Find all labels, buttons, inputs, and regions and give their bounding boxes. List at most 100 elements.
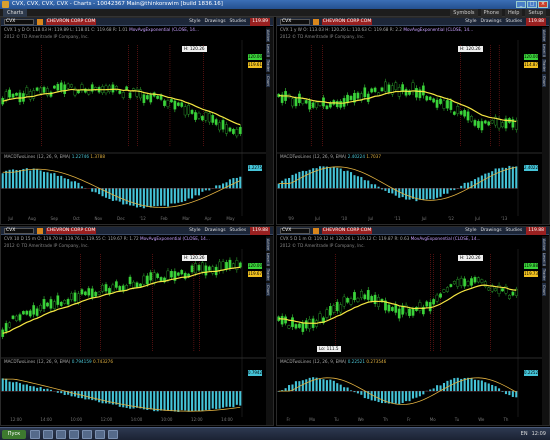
chart-pane-bottom-right[interactable]: CVX CHEVRON CORP COM Style Drawings Stud… xyxy=(276,226,550,426)
macd-histogram-bar xyxy=(166,188,170,207)
taskbar-app-icon[interactable] xyxy=(82,430,92,439)
macd-histogram-bar xyxy=(491,384,494,392)
taskbar-app-icon[interactable] xyxy=(69,430,79,439)
side-tab[interactable]: Trader xyxy=(542,59,546,72)
side-tab[interactable]: Active xyxy=(266,29,270,42)
taskbar-app-icon[interactable] xyxy=(95,430,105,439)
candle-body xyxy=(204,112,208,121)
macd-histogram-bar xyxy=(56,391,59,393)
side-tab[interactable]: Chart xyxy=(266,74,270,87)
time-axis-label: Oct xyxy=(72,216,80,221)
price-chart-svg[interactable] xyxy=(277,18,542,224)
macd-histogram-bar xyxy=(194,188,197,196)
taskbar-app-icon[interactable] xyxy=(108,430,118,439)
macd-histogram-bar xyxy=(456,377,459,392)
macd-value: 2.40224 xyxy=(347,154,366,159)
candle-body xyxy=(139,283,142,287)
candle-body xyxy=(408,308,411,316)
macd-histogram-bar xyxy=(384,188,387,191)
taskbar-app-icon[interactable] xyxy=(56,430,66,439)
taskbar-app-icon[interactable] xyxy=(43,430,53,439)
candle-body xyxy=(90,288,94,298)
side-tab[interactable]: Chart xyxy=(542,74,546,87)
candle-body xyxy=(363,294,367,300)
macd-histogram-bar xyxy=(156,391,159,412)
macd-histogram-bar xyxy=(411,391,415,399)
macd-study-name: MACDTwoLines (12, 26, 9, EMA) xyxy=(280,154,347,159)
price-chart-svg[interactable] xyxy=(277,227,542,425)
candle-body xyxy=(170,270,173,278)
macd-histogram-bar xyxy=(194,391,197,412)
macd-histogram-bar xyxy=(8,381,11,392)
candle-body xyxy=(294,324,298,329)
candle-body xyxy=(508,295,511,299)
macd-histogram-bar xyxy=(473,379,476,392)
macd-label: MACDTwoLines (12, 26, 9, EMA) 0.794159 0… xyxy=(4,359,113,364)
side-tab[interactable]: Level II xyxy=(542,253,546,266)
setup-button[interactable]: Setup xyxy=(525,9,546,17)
side-tab[interactable]: Trader xyxy=(266,59,270,72)
side-tab[interactable]: Trader xyxy=(266,268,270,281)
language-indicator[interactable]: EN xyxy=(521,428,528,440)
taskbar-app-icon[interactable] xyxy=(30,430,40,439)
candle-body xyxy=(490,120,494,124)
macd-histogram-bar xyxy=(418,188,421,200)
macd-histogram-bar xyxy=(173,391,176,412)
side-tab[interactable]: Active xyxy=(266,238,270,251)
candle-body xyxy=(63,300,67,304)
macd-histogram-bar xyxy=(480,175,483,189)
macd-histogram-bar xyxy=(449,188,452,191)
minimize-button[interactable]: _ xyxy=(516,1,526,8)
macd-histogram-bar xyxy=(336,167,339,189)
macd-histogram-bar xyxy=(191,391,194,412)
side-tab[interactable]: Active xyxy=(542,238,546,251)
side-tab[interactable]: Chart xyxy=(542,283,546,296)
macd-histogram-bar xyxy=(467,377,470,392)
macd-histogram-bar xyxy=(501,391,504,392)
macd-histogram-bar xyxy=(349,172,353,189)
system-tray: EN 12:09 xyxy=(521,428,546,440)
chart-pane-bottom-left[interactable]: CVX CHEVRON CORP COM Style Drawings Stud… xyxy=(0,226,274,426)
phone-button[interactable]: Phone xyxy=(480,9,503,17)
side-tab[interactable]: Level II xyxy=(266,253,270,266)
macd-histogram-bar xyxy=(322,166,325,189)
time-axis-label: Tu xyxy=(454,417,460,422)
maximize-button[interactable]: □ xyxy=(527,1,537,8)
candle-body xyxy=(56,295,60,305)
macd-histogram-bar xyxy=(312,168,315,189)
macd-histogram-bar xyxy=(377,186,380,189)
symbols-button[interactable]: Symbols xyxy=(450,9,478,17)
macd-histogram-bar xyxy=(491,171,494,189)
candle-body xyxy=(363,87,367,98)
time-axis-label: Th xyxy=(382,417,388,422)
start-button[interactable]: Пуск xyxy=(2,430,26,439)
candle-body xyxy=(66,83,70,89)
close-button[interactable]: × xyxy=(538,1,548,8)
side-tab[interactable]: Level II xyxy=(542,44,546,57)
macd-histogram-bar xyxy=(43,171,46,189)
macd-histogram-bar xyxy=(218,185,221,189)
macd-histogram-bar xyxy=(156,188,159,207)
tab-charts[interactable]: Charts xyxy=(3,9,28,17)
macd-histogram-bar xyxy=(177,188,180,203)
macd-histogram-bar xyxy=(291,174,294,189)
price-chart-svg[interactable] xyxy=(1,18,266,224)
macd-histogram-bar xyxy=(208,188,211,191)
candle-body xyxy=(32,90,36,99)
candle-body xyxy=(35,87,39,91)
price-chart-svg[interactable] xyxy=(1,227,266,425)
side-tab[interactable]: Active xyxy=(542,29,546,42)
macd-histogram-bar xyxy=(46,172,49,189)
candle-body xyxy=(394,304,398,313)
chart-pane-top-right[interactable]: CVX CHEVRON CORP COM Style Drawings Stud… xyxy=(276,17,550,225)
side-tab[interactable]: Chart xyxy=(266,283,270,296)
time-axis-label: Mo xyxy=(309,417,316,422)
macd-histogram-bar xyxy=(418,391,421,397)
help-button[interactable]: Help xyxy=(505,9,523,17)
side-tab[interactable]: Trader xyxy=(542,268,546,281)
candle-body xyxy=(452,281,456,285)
side-tab[interactable]: Level II xyxy=(266,44,270,57)
candle-body xyxy=(501,288,504,292)
chart-pane-top-left[interactable]: CVX CHEVRON CORP COM Style Drawings Stud… xyxy=(0,17,274,225)
candle-body xyxy=(428,302,432,312)
